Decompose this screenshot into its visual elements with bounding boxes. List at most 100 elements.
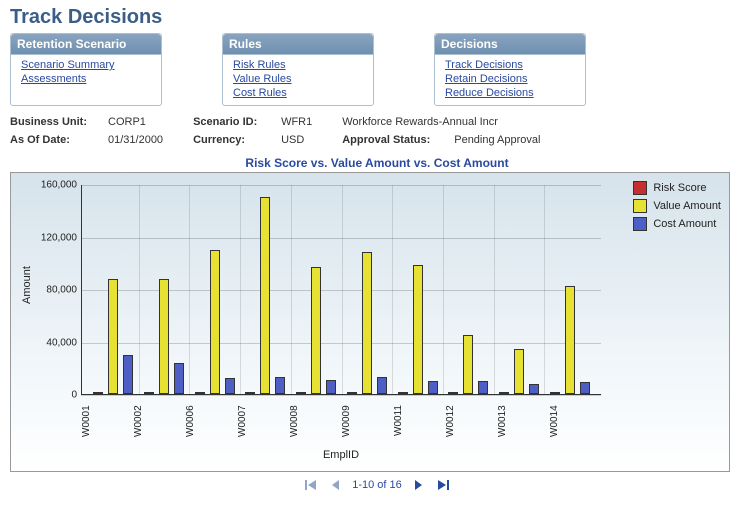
bar-risk bbox=[296, 392, 306, 394]
box-rules: Rules Risk Rules Value Rules Cost Rules bbox=[222, 33, 374, 106]
bar-cost bbox=[225, 378, 235, 394]
bar-group bbox=[544, 185, 595, 394]
legend-risk: Risk Score bbox=[653, 182, 706, 194]
bar-cost bbox=[377, 377, 387, 394]
bar-group bbox=[189, 185, 240, 394]
link-reduce-decisions[interactable]: Reduce Decisions bbox=[445, 87, 579, 99]
y-tick: 0 bbox=[39, 390, 77, 401]
x-axis-label: EmplID bbox=[81, 449, 601, 461]
bar-value bbox=[311, 267, 321, 394]
x-labels: W0001W0002W0006W0007W0008W0009W0011W0012… bbox=[81, 399, 601, 443]
swatch-risk-icon bbox=[633, 181, 647, 195]
x-tick: W0007 bbox=[237, 399, 289, 443]
scenario-desc: Workforce Rewards-Annual Incr bbox=[342, 116, 498, 128]
y-tick: 40,000 bbox=[39, 337, 77, 348]
bar-group bbox=[443, 185, 494, 394]
bar-cost bbox=[174, 363, 184, 395]
bar-cost bbox=[529, 384, 539, 395]
bar-value bbox=[514, 349, 524, 394]
bar-risk bbox=[550, 392, 560, 394]
meta-block: Business Unit: CORP1 As Of Date: 01/31/200… bbox=[10, 116, 744, 146]
y-tick: 160,000 bbox=[39, 180, 77, 191]
bar-risk bbox=[398, 392, 408, 394]
box-decisions: Decisions Track Decisions Retain Decisio… bbox=[434, 33, 586, 106]
bar-group bbox=[342, 185, 393, 394]
approval-label: Approval Status: bbox=[342, 134, 446, 146]
bar-cost bbox=[123, 355, 133, 394]
bar-risk bbox=[499, 392, 509, 394]
x-tick: W0011 bbox=[393, 399, 445, 443]
legend-value: Value Amount bbox=[653, 200, 721, 212]
link-scenario-summary[interactable]: Scenario Summary bbox=[21, 59, 155, 71]
bar-group bbox=[139, 185, 190, 394]
bar-risk bbox=[93, 392, 103, 394]
next-page-icon[interactable] bbox=[412, 478, 426, 492]
pager-text: 1-10 of 16 bbox=[352, 479, 402, 491]
bar-risk bbox=[245, 392, 255, 394]
bar-group bbox=[291, 185, 342, 394]
scenario-id-value: WFR1 bbox=[281, 116, 312, 128]
prev-page-icon[interactable] bbox=[328, 478, 342, 492]
plot-area bbox=[81, 185, 601, 395]
bar-risk bbox=[144, 392, 154, 394]
bar-value bbox=[108, 279, 118, 395]
bar-risk bbox=[448, 392, 458, 394]
bar-group bbox=[494, 185, 545, 394]
last-page-icon[interactable] bbox=[436, 478, 450, 492]
legend: Risk Score Value Amount Cost Amount bbox=[633, 181, 721, 235]
bar-value bbox=[159, 279, 169, 395]
x-tick: W0009 bbox=[341, 399, 393, 443]
gridline bbox=[81, 395, 601, 396]
bar-value bbox=[463, 335, 473, 394]
business-unit-label: Business Unit: bbox=[10, 116, 100, 128]
bar-value bbox=[565, 286, 575, 394]
swatch-cost-icon bbox=[633, 217, 647, 231]
bar-group bbox=[240, 185, 291, 394]
chart-title: Risk Score vs. Value Amount vs. Cost Amo… bbox=[10, 156, 744, 170]
y-tick: 80,000 bbox=[39, 285, 77, 296]
bar-cost bbox=[580, 382, 590, 394]
pager: 1-10 of 16 bbox=[10, 478, 744, 492]
nav-boxes: Retention Scenario Scenario Summary Asse… bbox=[10, 33, 744, 106]
bar-risk bbox=[195, 392, 205, 394]
y-axis-label: Amount bbox=[21, 266, 33, 304]
chart: Amount 0 40,000 80,000 120,000 160,000 W0001… bbox=[10, 172, 730, 472]
bar-cost bbox=[478, 381, 488, 394]
x-tick: W0001 bbox=[81, 399, 133, 443]
scenario-id-label: Scenario ID: bbox=[193, 116, 273, 128]
box-retention: Retention Scenario Scenario Summary Asse… bbox=[10, 33, 162, 106]
bar-group bbox=[88, 185, 139, 394]
bar-cost bbox=[428, 381, 438, 394]
bar-value bbox=[210, 250, 220, 394]
bar-cost bbox=[326, 380, 336, 394]
approval-value: Pending Approval bbox=[454, 134, 540, 146]
box-decisions-title: Decisions bbox=[435, 34, 585, 55]
box-retention-title: Retention Scenario bbox=[11, 34, 161, 55]
as-of-label: As Of Date: bbox=[10, 134, 100, 146]
currency-label: Currency: bbox=[193, 134, 273, 146]
page-title: Track Decisions bbox=[10, 6, 744, 29]
first-page-icon[interactable] bbox=[304, 478, 318, 492]
x-tick: W0012 bbox=[445, 399, 497, 443]
currency-value: USD bbox=[281, 134, 304, 146]
x-tick: W0008 bbox=[289, 399, 341, 443]
x-tick: W0002 bbox=[133, 399, 185, 443]
y-tick: 120,000 bbox=[39, 232, 77, 243]
box-rules-title: Rules bbox=[223, 34, 373, 55]
link-risk-rules[interactable]: Risk Rules bbox=[233, 59, 367, 71]
link-retain-decisions[interactable]: Retain Decisions bbox=[445, 73, 579, 85]
link-cost-rules[interactable]: Cost Rules bbox=[233, 87, 367, 99]
bar-value bbox=[362, 252, 372, 394]
as-of-value: 01/31/2000 bbox=[108, 134, 163, 146]
link-track-decisions[interactable]: Track Decisions bbox=[445, 59, 579, 71]
x-tick: W0014 bbox=[549, 399, 601, 443]
legend-cost: Cost Amount bbox=[653, 218, 716, 230]
link-value-rules[interactable]: Value Rules bbox=[233, 73, 367, 85]
bar-risk bbox=[347, 392, 357, 394]
swatch-value-icon bbox=[633, 199, 647, 213]
bar-cost bbox=[275, 377, 285, 394]
x-tick: W0013 bbox=[497, 399, 549, 443]
link-assessments[interactable]: Assessments bbox=[21, 73, 155, 85]
business-unit-value: CORP1 bbox=[108, 116, 146, 128]
bar-value bbox=[260, 197, 270, 394]
